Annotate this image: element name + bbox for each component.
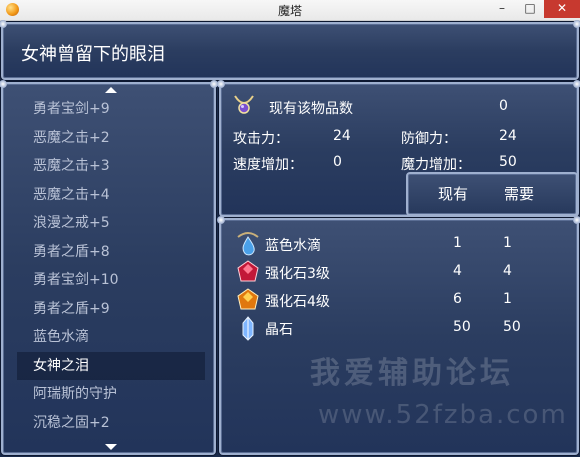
material-need: 1 bbox=[503, 291, 512, 307]
material-row[interactable]: 强化石3级 4 4 bbox=[231, 258, 571, 286]
owned-count-value: 0 bbox=[499, 98, 508, 114]
list-item[interactable]: 恶魔之击+2 bbox=[17, 124, 205, 153]
speed-value: 0 bbox=[333, 154, 342, 170]
owned-count-label: 现有该物品数 bbox=[269, 101, 353, 117]
list-item[interactable]: 阿瑞斯的守护 bbox=[17, 380, 205, 409]
magic-label: 魔力增加： bbox=[401, 157, 471, 173]
list-item[interactable]: 恶魔之击+3 bbox=[17, 152, 205, 181]
watermark-url: www.52fzba.com bbox=[318, 400, 568, 430]
maximize-button[interactable]: □ bbox=[516, 0, 544, 18]
tab-have[interactable]: 现有 bbox=[438, 183, 468, 204]
attack-label: 攻击力： bbox=[233, 131, 289, 147]
material-name: 晶石 bbox=[265, 322, 293, 338]
minimize-button[interactable]: – bbox=[488, 0, 516, 18]
speed-label: 速度增加： bbox=[233, 157, 303, 173]
scroll-down-arrow-icon[interactable] bbox=[105, 444, 117, 450]
list-item[interactable]: 恶魔之击+4 bbox=[17, 181, 205, 210]
material-need: 1 bbox=[503, 235, 512, 251]
item-list-panel: 勇者宝剑+9 恶魔之击+2 恶魔之击+3 恶魔之击+4 浪漫之戒+5 勇者之盾+… bbox=[0, 80, 218, 455]
close-button[interactable]: ✕ bbox=[544, 0, 580, 18]
item-list: 勇者宝剑+9 恶魔之击+2 恶魔之击+3 恶魔之击+4 浪漫之戒+5 勇者之盾+… bbox=[17, 95, 205, 437]
material-need: 4 bbox=[503, 263, 512, 279]
list-item[interactable]: 勇者宝剑+10 bbox=[17, 266, 205, 295]
red-gem-icon bbox=[237, 260, 259, 282]
window-titlebar: 魔塔 – □ ✕ bbox=[0, 0, 580, 21]
attack-value: 24 bbox=[333, 128, 351, 144]
necklace-icon bbox=[234, 95, 254, 114]
list-item[interactable]: 勇者宝剑+9 bbox=[17, 95, 205, 124]
item-title: 女神曾留下的眼泪 bbox=[21, 44, 165, 65]
list-item[interactable]: 蓝色水滴 bbox=[17, 323, 205, 352]
list-item-selected[interactable]: 女神之泪 bbox=[17, 351, 205, 380]
material-name: 强化石3级 bbox=[265, 266, 330, 282]
material-have: 1 bbox=[453, 235, 462, 251]
defense-value: 24 bbox=[499, 128, 517, 144]
magic-value: 50 bbox=[499, 154, 517, 170]
material-need: 50 bbox=[503, 319, 521, 335]
orange-gem-icon bbox=[237, 288, 259, 310]
list-item[interactable]: 沉稳之固+2 bbox=[17, 409, 205, 438]
blue-crystal-icon bbox=[242, 316, 254, 341]
material-have: 6 bbox=[453, 291, 462, 307]
scroll-up-arrow-icon[interactable] bbox=[105, 87, 117, 93]
list-item[interactable]: 勇者之盾+8 bbox=[17, 238, 205, 267]
tab-need[interactable]: 需要 bbox=[504, 183, 534, 204]
list-item[interactable]: 勇者之盾+9 bbox=[17, 295, 205, 324]
blue-water-drop-icon bbox=[237, 232, 259, 256]
have-need-header: 现有 需要 bbox=[406, 172, 578, 216]
material-row[interactable]: 蓝色水滴 1 1 bbox=[231, 230, 571, 258]
material-row[interactable]: 强化石4级 6 1 bbox=[231, 286, 571, 314]
material-have: 50 bbox=[453, 319, 471, 335]
watermark-text: 我爱辅助论坛 bbox=[310, 356, 514, 391]
material-name: 蓝色水滴 bbox=[265, 238, 321, 254]
material-row[interactable]: 晶石 50 50 bbox=[231, 314, 571, 342]
material-have: 4 bbox=[453, 263, 462, 279]
material-name: 强化石4级 bbox=[265, 294, 330, 310]
item-title-panel: 女神曾留下的眼泪 bbox=[0, 20, 580, 80]
list-item[interactable]: 浪漫之戒+5 bbox=[17, 209, 205, 238]
defense-label: 防御力： bbox=[401, 131, 457, 147]
item-info-panel: 现有该物品数 0 攻击力： 24 防御力： 24 速度增加： 0 魔力增加： 5… bbox=[217, 80, 580, 217]
